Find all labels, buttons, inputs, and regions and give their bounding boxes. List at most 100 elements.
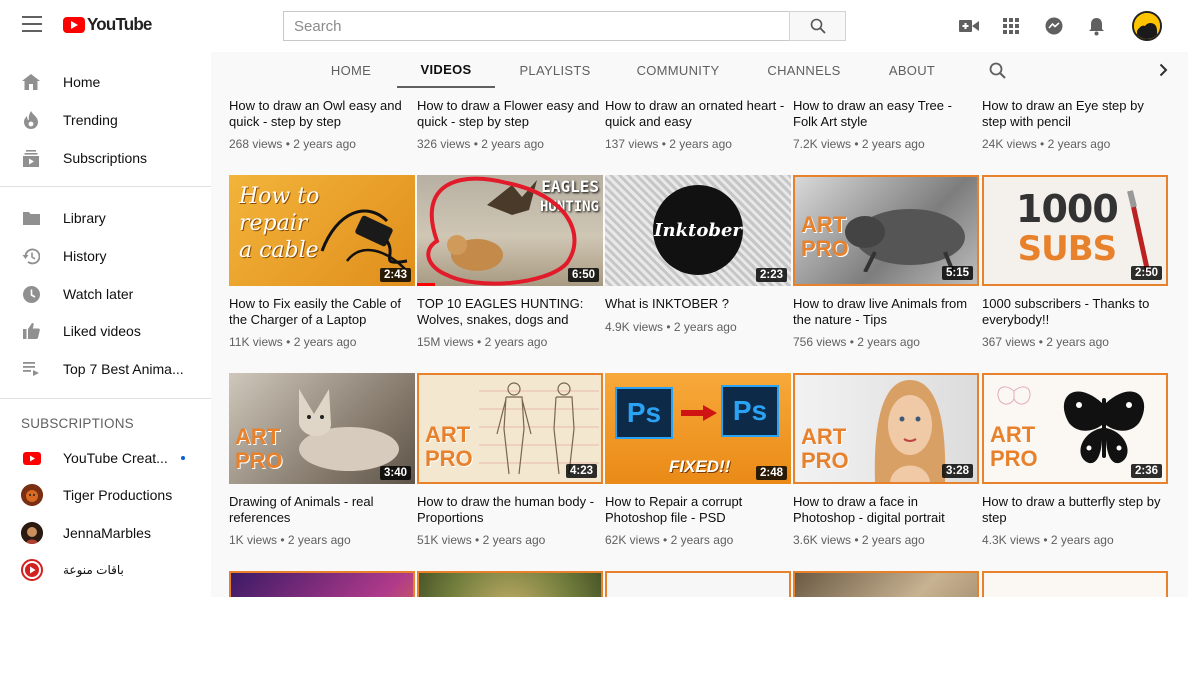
tab-home[interactable]: HOME bbox=[321, 52, 381, 88]
video-title[interactable]: How to draw an Owl easy and quick - step… bbox=[229, 98, 415, 129]
thumbnail-text: 1000 bbox=[1016, 187, 1119, 231]
video-title[interactable]: How to draw the human body - Proportions bbox=[417, 494, 603, 525]
upload-age: 2 years ago bbox=[861, 533, 925, 547]
sidebar-item-liked-videos[interactable]: Liked videos bbox=[0, 312, 211, 350]
sidebar-item-subscription[interactable]: YouTube Creat... bbox=[0, 439, 211, 477]
video-thumbnail[interactable]: ART PRO 2:36 bbox=[982, 373, 1168, 484]
inktober-logo: Inktober bbox=[653, 185, 743, 275]
video-title[interactable]: How to draw a face in Photoshop - digita… bbox=[793, 494, 979, 525]
video-thumbnail[interactable]: EAGLES HUNTING 6:50 bbox=[417, 175, 603, 286]
upload-age: 2 years ago bbox=[287, 533, 351, 547]
sidebar-item-subscriptions[interactable]: Subscriptions bbox=[0, 139, 211, 177]
youtube-logo-icon bbox=[63, 17, 85, 33]
video-title[interactable]: How to draw live Animals from the nature… bbox=[793, 296, 979, 327]
create-video-icon[interactable] bbox=[958, 15, 980, 37]
search-input[interactable]: Search bbox=[283, 11, 790, 41]
video-title[interactable]: What is INKTOBER ? bbox=[605, 296, 791, 312]
view-count: 62K views bbox=[605, 533, 660, 547]
video-meta: 24K views • 2 years ago bbox=[982, 137, 1111, 151]
video-thumbnail[interactable]: ART PRO 4:23 bbox=[417, 373, 603, 484]
video-thumbnail[interactable]: Inktober 2:23 bbox=[605, 175, 791, 286]
sidebar-item-label: Subscriptions bbox=[63, 150, 148, 166]
video-meta: 268 views • 2 years ago bbox=[229, 137, 356, 151]
flame-icon bbox=[22, 111, 40, 129]
video-title[interactable]: How to Fix easily the Cable of the Charg… bbox=[229, 296, 415, 327]
playlist-icon bbox=[22, 360, 40, 378]
sidebar-item-library[interactable]: Library bbox=[0, 199, 211, 237]
channel-avatar bbox=[21, 522, 43, 544]
sidebar-item-watch-later[interactable]: Watch later bbox=[0, 275, 211, 313]
sidebar-item-trending[interactable]: Trending bbox=[0, 101, 211, 139]
video-title[interactable]: How to draw an Eye step by step with pen… bbox=[982, 98, 1168, 129]
thumbnail-text: PRO bbox=[990, 446, 1038, 471]
upload-age: 2 years ago bbox=[673, 320, 737, 334]
sidebar-item-label: باقات منوعة bbox=[63, 563, 124, 577]
notifications-bell-icon[interactable] bbox=[1085, 15, 1107, 37]
video-meta: 4.3K views • 2 years ago bbox=[982, 533, 1114, 547]
video-thumbnail[interactable]: ART PRO 5:15 bbox=[793, 175, 979, 286]
view-count: 15M views bbox=[417, 335, 474, 349]
tab-community[interactable]: COMMUNITY bbox=[631, 52, 725, 88]
video-thumbnail[interactable] bbox=[793, 571, 979, 597]
paintbrush-image bbox=[1127, 190, 1151, 274]
video-meta: 326 views • 2 years ago bbox=[417, 137, 544, 151]
page-scrollbar[interactable] bbox=[1188, 0, 1200, 597]
view-count: 11K views bbox=[229, 335, 283, 349]
video-title[interactable]: Drawing of Animals - real references bbox=[229, 494, 415, 525]
tabs-scroll-right-icon[interactable] bbox=[1155, 52, 1171, 88]
channel-avatar bbox=[21, 559, 43, 581]
video-thumbnail[interactable] bbox=[417, 571, 603, 597]
sidebar-item-subscription[interactable]: باقات منوعة bbox=[0, 551, 211, 589]
thumbnail-text: PRO bbox=[801, 236, 849, 261]
video-title[interactable]: How to draw a butterfly step by step bbox=[982, 494, 1168, 525]
messages-icon[interactable] bbox=[1043, 15, 1065, 37]
tab-channels[interactable]: CHANNELS bbox=[761, 52, 847, 88]
upload-age: 2 years ago bbox=[481, 137, 544, 151]
video-duration: 2:48 bbox=[755, 466, 787, 480]
home-icon bbox=[22, 73, 40, 91]
upload-age: 2 years ago bbox=[857, 335, 920, 349]
folder-icon bbox=[22, 209, 40, 227]
video-title[interactable]: How to draw an easy Tree - Folk Art styl… bbox=[793, 98, 979, 129]
video-title[interactable]: TOP 10 EAGLES HUNTING: Wolves, snakes, d… bbox=[417, 296, 603, 327]
sidebar-item-history[interactable]: History bbox=[0, 237, 211, 275]
video-title[interactable]: 1000 subscribers - Thanks to everybody!! bbox=[982, 296, 1168, 327]
sidebar-divider bbox=[0, 398, 211, 399]
sidebar-item-subscription[interactable]: JennaMarbles bbox=[0, 514, 211, 552]
account-avatar[interactable] bbox=[1132, 11, 1162, 41]
tab-playlists[interactable]: PLAYLISTS bbox=[511, 52, 599, 88]
tab-about[interactable]: ABOUT bbox=[881, 52, 943, 88]
video-thumbnail[interactable] bbox=[229, 571, 415, 597]
menu-icon[interactable] bbox=[22, 16, 42, 32]
new-content-dot bbox=[181, 456, 185, 460]
top-bar: YouTube Search bbox=[0, 0, 1188, 52]
video-thumbnail[interactable] bbox=[605, 571, 791, 597]
logo-text: YouTube bbox=[87, 14, 152, 35]
video-title[interactable]: How to draw a Flower easy and quick - st… bbox=[417, 98, 603, 129]
video-thumbnail[interactable]: Ps Ps FIXED!! 2:48 bbox=[605, 373, 791, 484]
video-meta: 11K views • 2 years ago bbox=[229, 335, 357, 349]
upload-age: 2 years ago bbox=[482, 533, 546, 547]
channel-videos-panel: HOME VIDEOS PLAYLISTS COMMUNITY CHANNELS… bbox=[211, 52, 1188, 597]
video-thumbnail[interactable] bbox=[982, 571, 1168, 597]
search-button[interactable] bbox=[789, 11, 846, 41]
apps-grid-icon[interactable] bbox=[1000, 15, 1022, 37]
thumbs-up-icon bbox=[22, 322, 40, 340]
video-thumbnail[interactable]: 1000 SUBS 2:50 bbox=[982, 175, 1168, 286]
tab-videos[interactable]: VIDEOS bbox=[397, 52, 495, 88]
sidebar-item-subscription[interactable]: Tiger Productions bbox=[0, 476, 211, 514]
history-icon bbox=[22, 247, 40, 265]
channel-search-icon[interactable] bbox=[987, 52, 1007, 88]
youtube-logo[interactable]: YouTube bbox=[63, 15, 152, 35]
photoshop-broken-icon: Ps bbox=[615, 387, 673, 439]
thumbnail-text: ART bbox=[801, 212, 847, 237]
thumbnail-text: ART bbox=[990, 422, 1036, 447]
video-title[interactable]: How to draw an ornated heart - quick and… bbox=[605, 98, 791, 129]
sidebar-item-playlist[interactable]: Top 7 Best Anima... bbox=[0, 350, 211, 388]
sidebar-item-home[interactable]: Home bbox=[0, 63, 211, 101]
video-title[interactable]: How to Repair a corrupt Photoshop file -… bbox=[605, 494, 791, 525]
video-thumbnail[interactable]: How to repair a cable 2:43 bbox=[229, 175, 415, 286]
video-thumbnail[interactable]: ART PRO 3:28 bbox=[793, 373, 979, 484]
view-count: 4.9K views bbox=[605, 320, 664, 334]
video-thumbnail[interactable]: ART PRO 3:40 bbox=[229, 373, 415, 484]
